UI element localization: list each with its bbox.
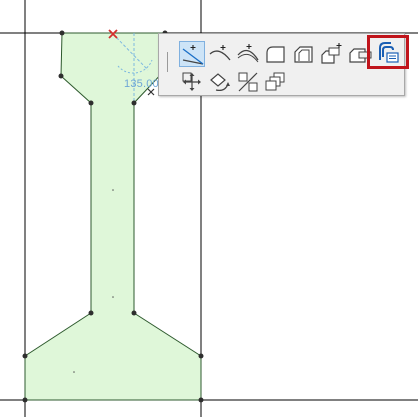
vertex[interactable]: [131, 100, 137, 106]
chamfer-button[interactable]: [291, 41, 317, 67]
insert-new-node-icon: [182, 45, 204, 65]
edge-midpoint: [112, 296, 114, 298]
mirror-icon: [238, 72, 258, 92]
vertex[interactable]: [198, 397, 204, 403]
curve-edge-tangent-button[interactable]: [235, 41, 261, 67]
move-icon: [182, 72, 201, 91]
chamfer-icon: [294, 46, 313, 63]
vertex[interactable]: [131, 310, 137, 316]
palette-separator: [167, 52, 168, 72]
vertex[interactable]: [22, 397, 28, 403]
curve-edge-button[interactable]: [207, 41, 233, 67]
mirror-button[interactable]: [235, 69, 261, 95]
highlight-frame: [367, 35, 409, 69]
vertex[interactable]: [88, 310, 94, 316]
edge-midpoint: [73, 371, 75, 373]
fillet-button[interactable]: [263, 41, 289, 67]
curve-edge-icon: [209, 45, 231, 61]
add-polygon-icon: [321, 43, 342, 64]
rotate-icon: [210, 73, 230, 91]
add-polygon-button[interactable]: [319, 41, 345, 67]
vertex[interactable]: [88, 100, 94, 106]
vertex[interactable]: [59, 30, 65, 36]
vertex[interactable]: [198, 353, 204, 359]
angle-readout: 135.00: [124, 78, 159, 90]
curve-edge-tangent-icon: [237, 44, 259, 63]
move-button[interactable]: [179, 69, 205, 95]
insert-new-node-button[interactable]: [179, 41, 205, 67]
multiply-button[interactable]: [263, 69, 289, 95]
fillet-icon: [266, 46, 285, 63]
vertex[interactable]: [58, 73, 64, 79]
multiply-icon: [265, 72, 285, 91]
vertex[interactable]: [22, 353, 28, 359]
rotate-button[interactable]: [207, 69, 233, 95]
edge-midpoint: [112, 189, 114, 191]
